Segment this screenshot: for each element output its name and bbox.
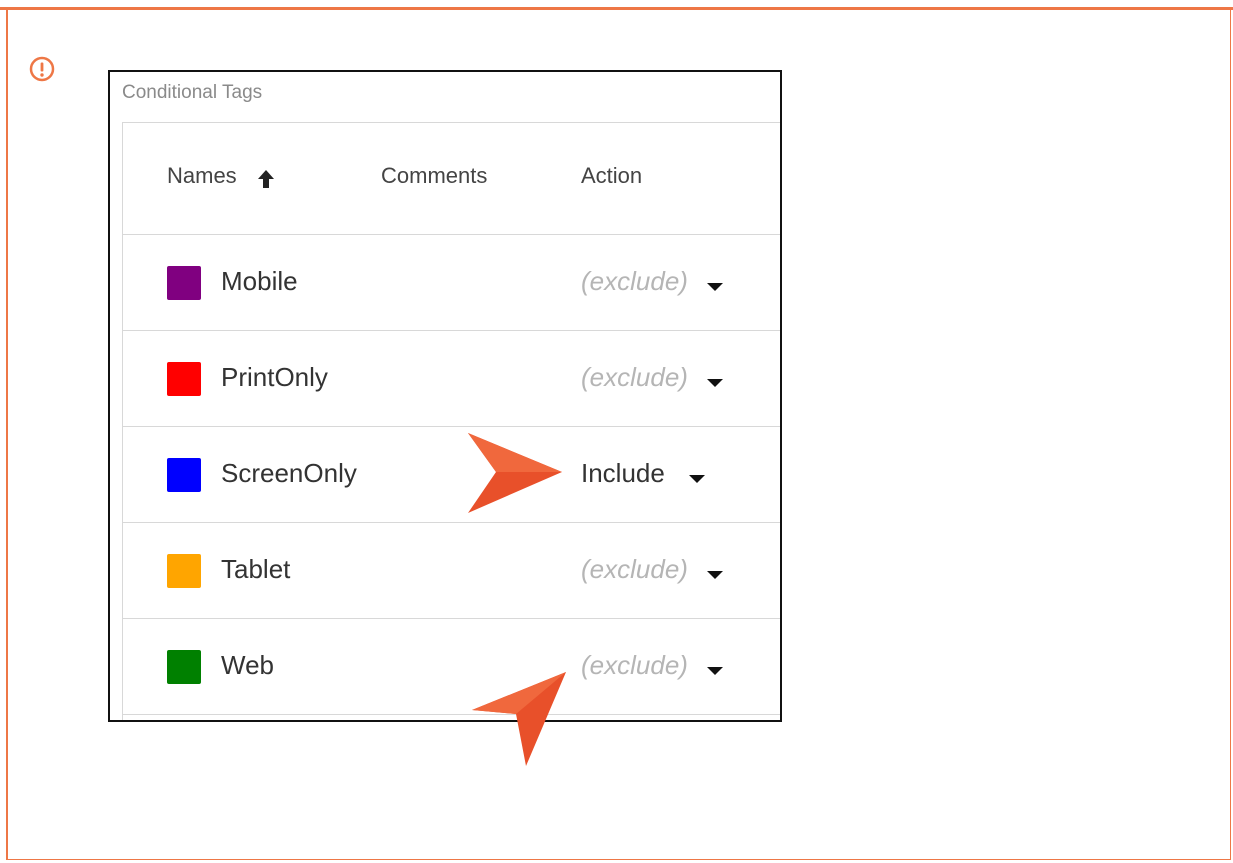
tag-name: Web — [221, 650, 274, 680]
arrow-up-icon[interactable] — [255, 167, 277, 191]
color-swatch — [167, 266, 201, 300]
conditional-tags-table: Names Comments Action Mobile (exclude) P… — [122, 122, 780, 720]
caret-down-icon[interactable] — [707, 667, 723, 675]
table-row[interactable]: Tablet (exclude) — [123, 523, 780, 619]
color-swatch — [167, 650, 201, 684]
column-header-comments[interactable]: Comments — [381, 163, 487, 189]
action-select[interactable]: (exclude) — [581, 266, 688, 297]
row-divider — [123, 714, 780, 715]
panel-title: Conditional Tags — [122, 82, 263, 103]
conditional-tags-screenshot: Conditional Tags Names Comments Action M… — [108, 70, 782, 722]
tag-name: PrintOnly — [221, 362, 328, 392]
color-swatch — [167, 554, 201, 588]
action-select[interactable]: (exclude) — [581, 554, 688, 585]
tag-name: Mobile — [221, 266, 298, 296]
exclamation-circle-icon — [29, 56, 55, 82]
action-select[interactable]: (exclude) — [581, 362, 688, 393]
action-select[interactable]: (exclude) — [581, 650, 688, 681]
color-swatch — [167, 362, 201, 396]
tag-name: ScreenOnly — [221, 458, 357, 488]
caret-down-icon[interactable] — [707, 571, 723, 579]
table-row[interactable]: Mobile (exclude) — [123, 235, 780, 331]
color-swatch — [167, 458, 201, 492]
caret-down-icon[interactable] — [707, 379, 723, 387]
arrow-pointer-icon — [468, 433, 562, 513]
table-row[interactable]: Web (exclude) — [123, 619, 780, 715]
arrow-pointer-icon — [472, 672, 566, 766]
table-row[interactable]: PrintOnly (exclude) — [123, 331, 780, 427]
action-select[interactable]: Include — [581, 458, 665, 489]
caret-down-icon[interactable] — [707, 283, 723, 291]
column-header-action[interactable]: Action — [581, 163, 642, 189]
column-header-names[interactable]: Names — [167, 163, 237, 189]
table-row[interactable]: ScreenOnly Include — [123, 427, 780, 523]
caret-down-icon[interactable] — [689, 475, 705, 483]
tag-name: Tablet — [221, 554, 291, 584]
